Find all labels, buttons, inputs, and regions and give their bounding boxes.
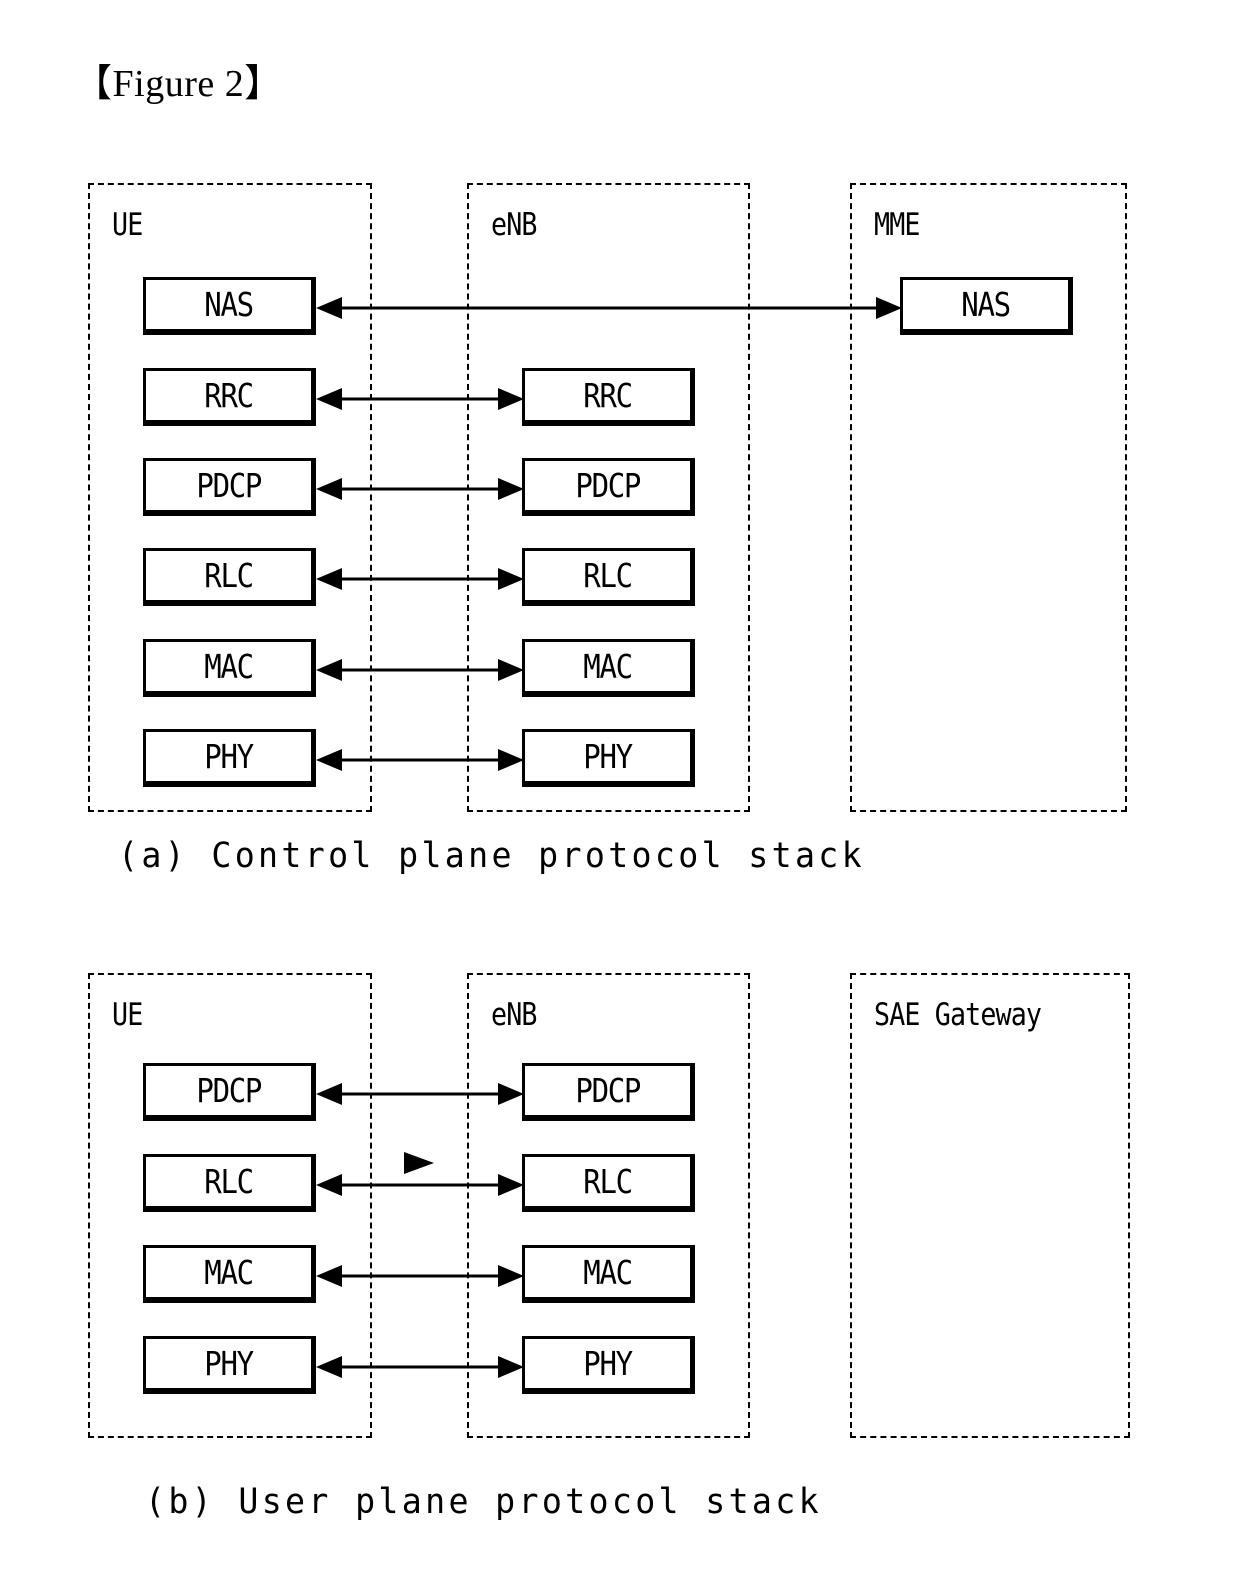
layer-label: PDCP — [575, 1071, 641, 1110]
stray-arrowhead-icon — [404, 1152, 434, 1174]
container-label-ue: UE — [112, 997, 143, 1033]
caption-user-plane: (b) User plane protocol stack — [145, 1482, 822, 1522]
layer-box-enb-pdcp-user[interactable]: PDCP — [522, 1063, 695, 1121]
layer-box-ue-phy-user[interactable]: PHY — [143, 1336, 316, 1394]
connector-mac-link-user — [316, 1265, 524, 1287]
user-plane-diagram: UE eNB SAE Gateway PDCP RLC MAC PHY PDCP… — [0, 0, 1240, 1578]
layer-label: RLC — [583, 1162, 633, 1201]
container-label-enb: eNB — [491, 997, 537, 1033]
connector-pdcp-link-user — [316, 1083, 524, 1105]
container-label-sae-gateway: SAE Gateway — [874, 997, 1042, 1033]
layer-label: MAC — [204, 1253, 254, 1292]
layer-box-ue-rlc-user[interactable]: RLC — [143, 1154, 316, 1212]
layer-label: PHY — [204, 1344, 254, 1383]
layer-label: PHY — [583, 1344, 633, 1383]
layer-box-ue-mac-user[interactable]: MAC — [143, 1245, 316, 1303]
container-sae-gateway: SAE Gateway — [850, 973, 1130, 1438]
connector-phy-link-user — [316, 1356, 524, 1378]
layer-label: PDCP — [196, 1071, 262, 1110]
layer-label: RLC — [204, 1162, 254, 1201]
layer-box-ue-pdcp-user[interactable]: PDCP — [143, 1063, 316, 1121]
layer-box-enb-mac-user[interactable]: MAC — [522, 1245, 695, 1303]
layer-label: MAC — [583, 1253, 633, 1292]
layer-box-enb-phy-user[interactable]: PHY — [522, 1336, 695, 1394]
layer-box-enb-rlc-user[interactable]: RLC — [522, 1154, 695, 1212]
